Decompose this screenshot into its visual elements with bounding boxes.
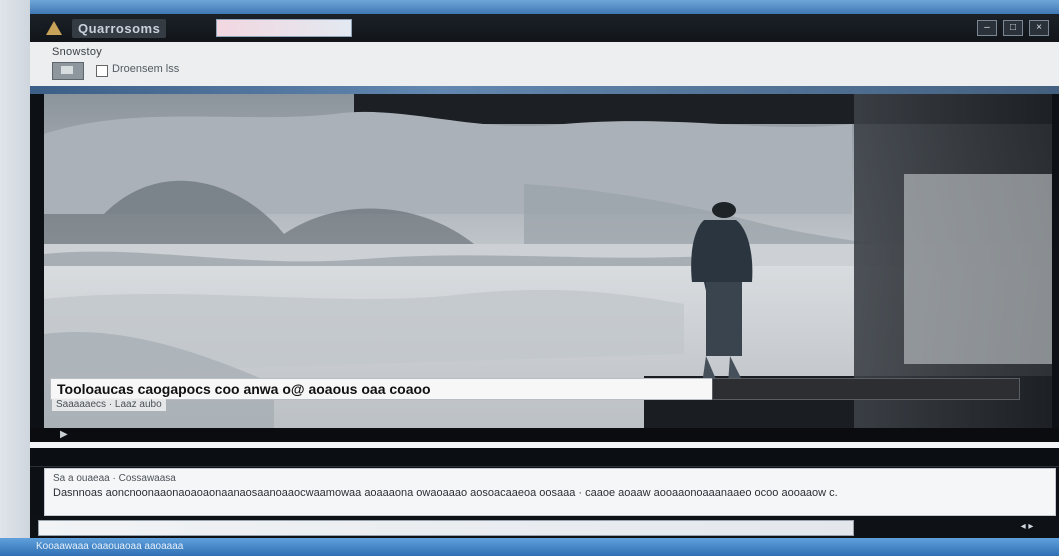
info-strip	[30, 448, 1059, 467]
desktop-background-left	[0, 0, 30, 556]
media-controls: ▶	[30, 428, 1059, 442]
breadcrumb	[30, 86, 1059, 94]
window-top-glow	[30, 0, 1059, 14]
address-bar[interactable]	[216, 19, 353, 37]
headline-bar-dark	[712, 378, 1020, 400]
app-logo-icon	[44, 18, 64, 38]
description-text: Dasnnoas aoncnoonaaonaoaoaonaanaosaanoaa…	[53, 487, 838, 499]
play-icon[interactable]: ▶	[60, 429, 72, 441]
title-bar: Quarrosoms – □ ×	[30, 14, 1059, 42]
comment-input[interactable]	[38, 520, 854, 536]
byline: Saaaaaecs · Laaz aubo	[52, 398, 166, 411]
headline-bar: Tooloaucas caogapocs coo anwa o@ aoaous …	[50, 378, 714, 400]
browser-window: Quarrosoms – □ × Snowstoy Droensem lss T…	[30, 0, 1059, 556]
comment-row: ◂ ▸	[30, 516, 1059, 538]
maximize-button[interactable]: □	[1003, 20, 1023, 36]
image-icon[interactable]	[52, 62, 84, 80]
send-icon[interactable]: ◂ ▸	[1007, 520, 1047, 534]
description-panel: Sa a ouaeaa · Cossawaasa Dasnnoas aoncno…	[44, 468, 1056, 516]
taskbar-text: Kooaawaaa oaaouaoaa aaoaaaa	[36, 541, 184, 552]
close-button[interactable]: ×	[1029, 20, 1049, 36]
page-title: Snowstoy	[52, 46, 103, 58]
window-controls: – □ ×	[977, 20, 1049, 36]
taskbar: Kooaawaaa oaaouaoaa aaoaaaa	[0, 538, 1059, 556]
minimize-button[interactable]: –	[977, 20, 997, 36]
headline: Tooloaucas caogapocs coo anwa o@ aoaous …	[57, 381, 431, 397]
toolbar: Snowstoy Droensem lss	[30, 42, 1059, 88]
description-meta: Sa a ouaeaa · Cossawaasa	[53, 473, 176, 484]
app-title: Quarrosoms	[72, 18, 167, 38]
option-label: Droensem lss	[112, 63, 180, 75]
option-checkbox[interactable]	[96, 65, 108, 77]
